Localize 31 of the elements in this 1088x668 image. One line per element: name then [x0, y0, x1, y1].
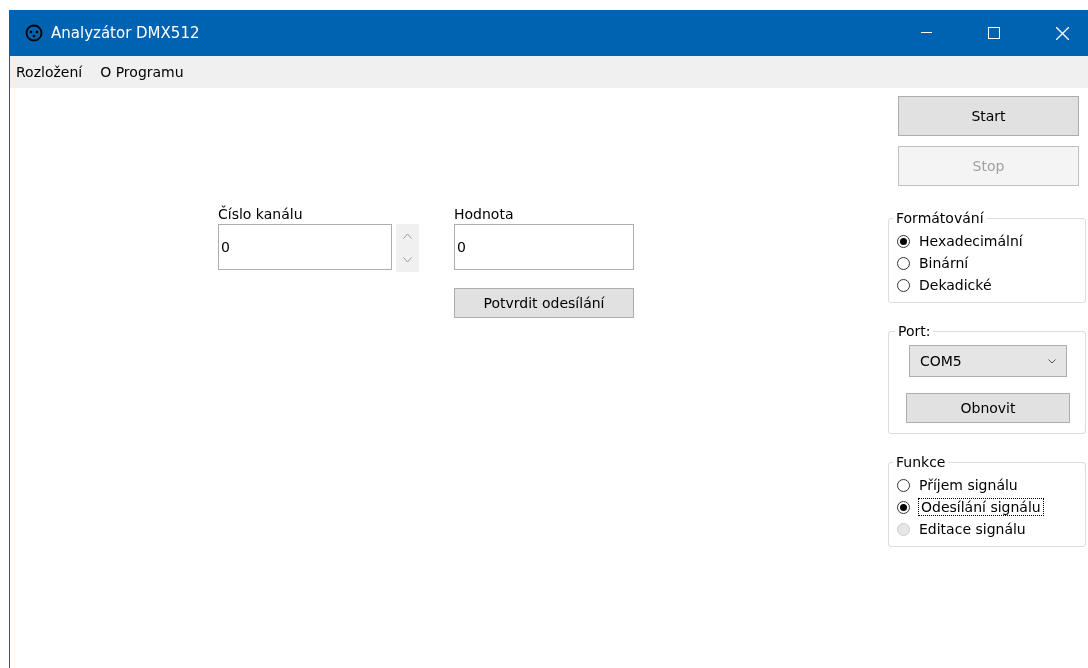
confirm-button[interactable]: Potvrdit odesílání [454, 288, 634, 318]
value-field[interactable]: 0 [454, 224, 634, 270]
group-title: Funkce [895, 454, 947, 470]
chevron-down-icon [403, 257, 412, 263]
radio-label[interactable]: Příjem signálu [919, 477, 1018, 493]
chevron-up-icon [403, 233, 412, 239]
radio-button[interactable] [897, 500, 910, 514]
channel-field[interactable]: 0 [218, 224, 392, 270]
radio-button[interactable] [897, 234, 910, 248]
group-title: Port: [897, 323, 932, 339]
menu-item[interactable]: O Programu [100, 64, 184, 80]
refresh-button[interactable]: Obnovit [906, 393, 1070, 423]
radio-button[interactable] [897, 256, 910, 270]
chevron-down-icon [1048, 358, 1056, 364]
maximize-icon [988, 27, 1000, 39]
field-label: Hodnota [454, 206, 515, 224]
start-button[interactable]: Start [898, 96, 1079, 136]
window-title: Analyzátor DMX512 [51, 24, 201, 42]
menu-item[interactable]: Rozložení [16, 64, 83, 80]
group-title: Formátování [895, 210, 985, 226]
close-icon [1055, 26, 1069, 40]
field-label: Číslo kanálu [218, 206, 304, 224]
radio-button[interactable] [897, 478, 910, 492]
radio-label[interactable]: Odesílání signálu [919, 499, 1043, 515]
radio-button[interactable] [897, 278, 910, 292]
connector-icon [25, 24, 43, 42]
port-dropdown[interactable]: COM5 [909, 345, 1067, 377]
radio-label[interactable]: Dekadické [919, 277, 992, 293]
minimize-icon [920, 32, 932, 34]
radio-label[interactable]: Hexadecimální [919, 233, 1023, 249]
radio-label[interactable]: Binární [919, 255, 969, 271]
